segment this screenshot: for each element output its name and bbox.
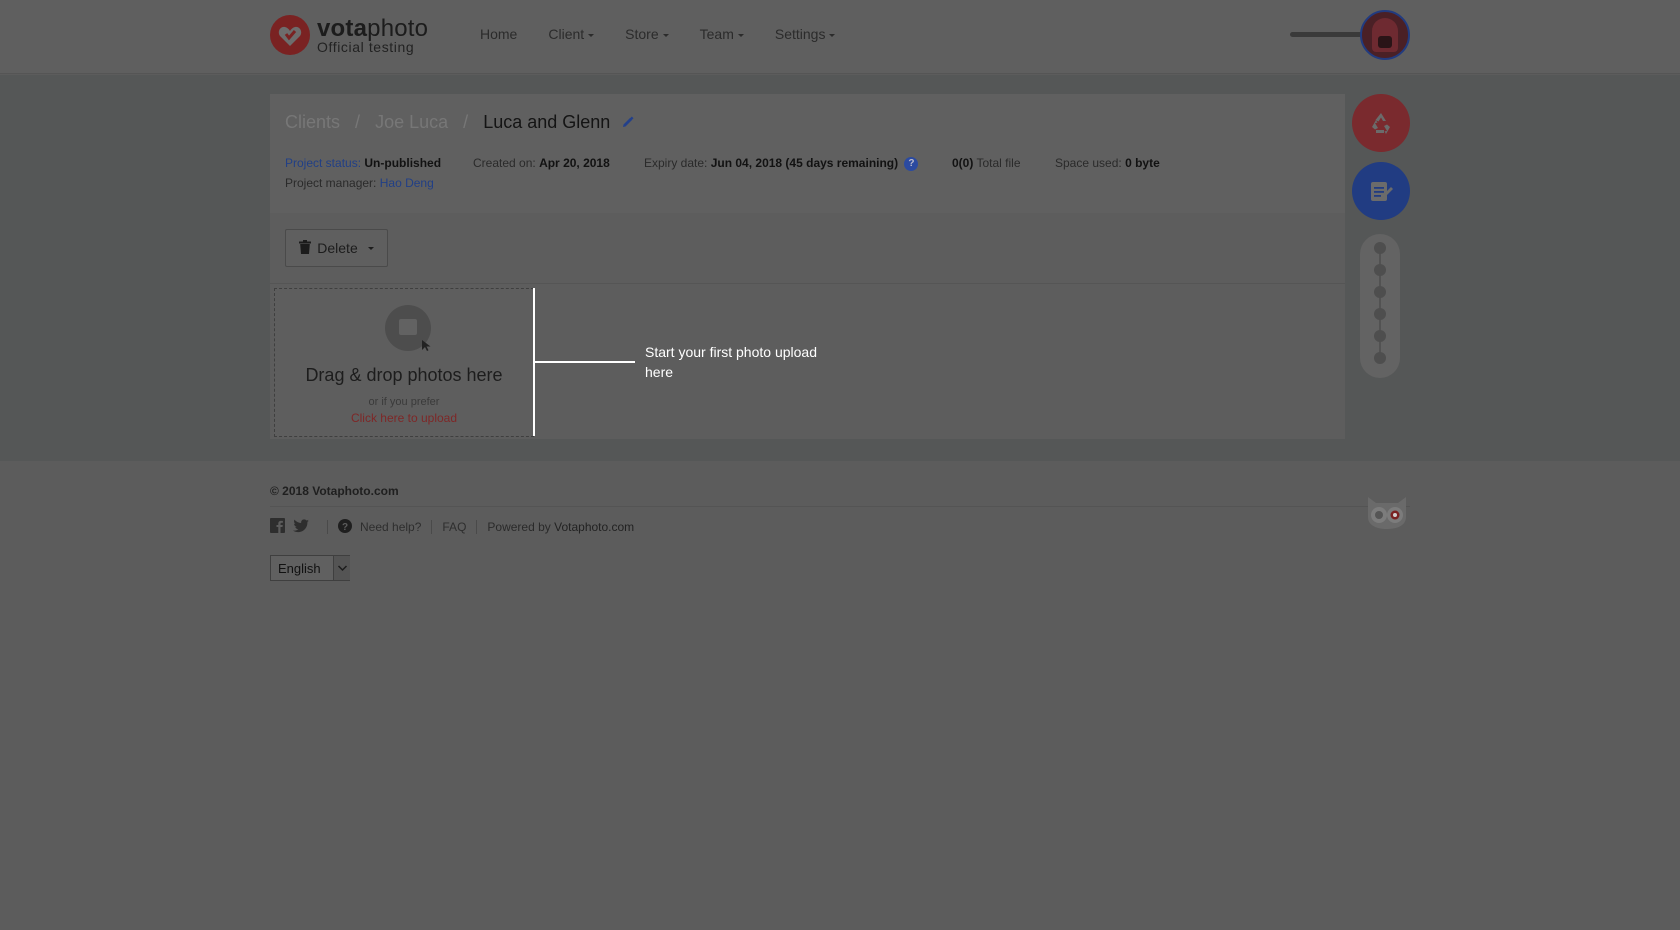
- brand-logo[interactable]: votaphoto Official testing: [270, 15, 440, 57]
- step-dot[interactable]: [1374, 308, 1386, 320]
- powered-prefix: Powered by: [487, 520, 551, 534]
- project-toolbar: [270, 214, 1345, 284]
- user-progress-bar: [1290, 32, 1362, 37]
- facebook-icon[interactable]: [270, 518, 285, 536]
- status-label[interactable]: Project status:: [285, 156, 361, 170]
- manager-link[interactable]: Hao Deng: [380, 176, 434, 190]
- space-used: Space used: 0 byte: [1055, 156, 1160, 170]
- user-avatar[interactable]: [1360, 10, 1410, 60]
- powered-by: Powered by Votaphoto.com: [487, 520, 634, 534]
- total-files: 0(0) Total file: [952, 156, 1021, 170]
- manager-label: Project manager:: [285, 176, 377, 190]
- footer-separator: [327, 520, 328, 534]
- project-panel: Clients / Joe Luca / Luca and Glenn Proj…: [270, 94, 1345, 439]
- nav-client[interactable]: Client: [548, 26, 595, 42]
- nav-team[interactable]: Team: [700, 26, 744, 42]
- created-value: Apr 20, 2018: [539, 156, 610, 170]
- project-status: Project status: Un-published: [285, 156, 441, 170]
- owl-icon: [1364, 495, 1410, 534]
- need-help-link[interactable]: Need help?: [360, 520, 421, 534]
- breadcrumb-clients[interactable]: Clients: [285, 112, 340, 132]
- question-circle-icon: ?: [338, 518, 352, 536]
- expiry-date: Expiry date: Jun 04, 2018 (45 days remai…: [644, 156, 919, 171]
- photo-dropzone[interactable]: Drag & drop photos here or if you prefer…: [274, 288, 534, 437]
- project-header: Clients / Joe Luca / Luca and Glenn Proj…: [270, 94, 1345, 213]
- caret-down-icon: [588, 33, 595, 37]
- dropzone-subtitle: or if you prefer: [368, 396, 440, 408]
- delete-label: Delete: [317, 240, 358, 256]
- tooltip-connector: [535, 361, 635, 363]
- breadcrumb-client[interactable]: Joe Luca: [375, 112, 448, 132]
- language-value: English: [278, 561, 321, 576]
- space-label: Space used:: [1055, 156, 1122, 170]
- twitter-icon[interactable]: [293, 518, 309, 536]
- breadcrumb-separator: /: [355, 112, 361, 132]
- pencil-icon[interactable]: [621, 113, 634, 134]
- cursor-arrow-icon: [422, 339, 432, 357]
- breadcrumb: Clients / Joe Luca / Luca and Glenn: [285, 112, 634, 134]
- step-dot[interactable]: [1374, 330, 1386, 342]
- svg-text:?: ?: [342, 522, 348, 533]
- files-label: Total file: [976, 156, 1021, 170]
- caret-down-icon: [737, 33, 744, 37]
- step-dot[interactable]: [1374, 264, 1386, 276]
- footer-links: ? Need help? FAQ Powered by Votaphoto.co…: [270, 518, 634, 536]
- powered-link[interactable]: Votaphoto.com: [554, 520, 634, 534]
- brand-subtitle: Official testing: [317, 39, 415, 55]
- footer-separator: [476, 520, 478, 534]
- nav-settings[interactable]: Settings: [775, 26, 836, 42]
- progress-steps: [1360, 234, 1400, 378]
- notes-edit-button[interactable]: [1352, 162, 1410, 220]
- recycle-button[interactable]: [1352, 94, 1410, 152]
- footer-divider: [270, 506, 1410, 507]
- chevron-down-icon: [333, 556, 350, 580]
- top-navbar: votaphoto Official testing Home Client S…: [0, 0, 1680, 74]
- breadcrumb-separator: /: [463, 112, 469, 132]
- step-dot[interactable]: [1374, 352, 1386, 364]
- caret-down-icon: [662, 33, 669, 37]
- space-value: 0 byte: [1125, 156, 1160, 170]
- caret-down-icon: [829, 33, 836, 37]
- caret-down-icon: [367, 246, 374, 250]
- image-glyph: [399, 319, 417, 335]
- avatar-face: [1378, 36, 1392, 48]
- expiry-label: Expiry date:: [644, 156, 708, 170]
- delete-button[interactable]: Delete: [285, 229, 388, 267]
- footer-copyright: © 2018 Votaphoto.com: [270, 484, 399, 498]
- nav-store[interactable]: Store: [625, 26, 669, 42]
- footer-separator: [431, 520, 433, 534]
- expiry-value: Jun 04, 2018 (45 days remaining): [710, 156, 899, 170]
- created-on: Created on: Apr 20, 2018: [473, 156, 610, 170]
- step-dot[interactable]: [1374, 242, 1386, 254]
- dropzone-title: Drag & drop photos here: [305, 365, 503, 385]
- main-nav: Home Client Store Team Settings: [480, 26, 866, 42]
- nav-home[interactable]: Home: [480, 26, 517, 42]
- project-title: Luca and Glenn: [483, 112, 611, 132]
- question-circle-icon[interactable]: ?: [904, 156, 919, 171]
- created-label: Created on:: [473, 156, 536, 170]
- heart-logo-icon: [270, 15, 310, 55]
- step-dot[interactable]: [1374, 286, 1386, 298]
- project-manager: Project manager: Hao Deng: [285, 176, 434, 190]
- trash-icon: [299, 239, 312, 257]
- status-value: Un-published: [364, 156, 442, 170]
- language-select[interactable]: English: [270, 555, 350, 581]
- files-count: 0(0): [952, 156, 974, 170]
- upload-link[interactable]: Click here to upload: [275, 411, 533, 425]
- onboarding-tooltip: Start your first photo upload here: [645, 344, 817, 380]
- faq-link[interactable]: FAQ: [442, 520, 466, 534]
